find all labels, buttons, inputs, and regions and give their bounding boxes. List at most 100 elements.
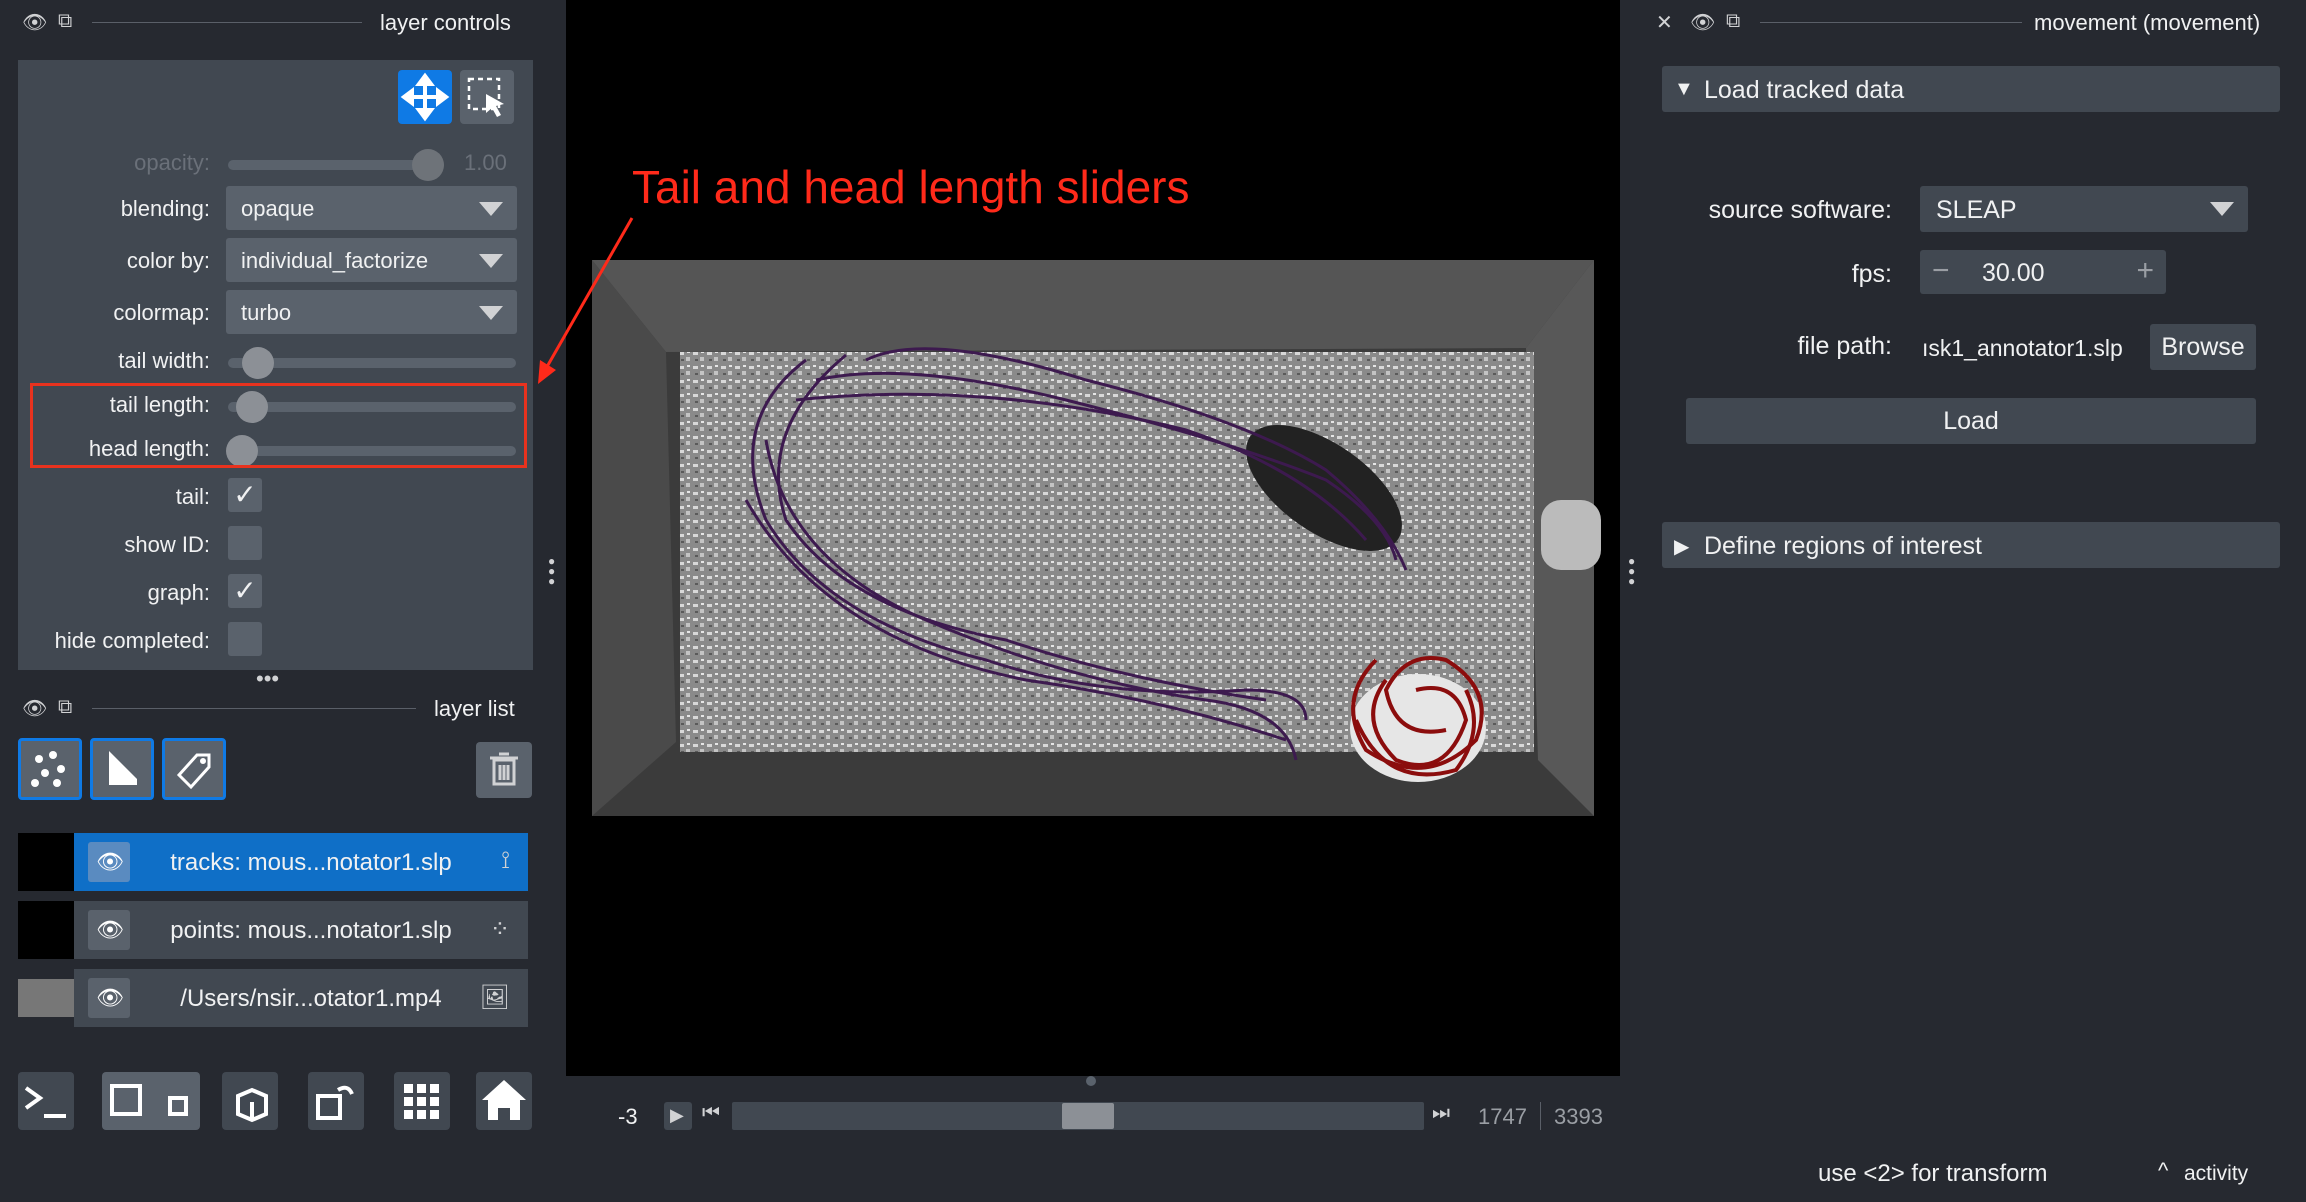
console-button[interactable] [18,1072,74,1130]
splitter-handle-icon[interactable]: ● ● ● [1628,555,1638,587]
canvas-splitter-handle[interactable] [1086,1076,1096,1086]
graph-label: graph: [147,580,210,605]
new-labels-layer-button[interactable] [162,738,226,800]
roll-dims-button[interactable] [222,1072,278,1130]
grid-icon [404,1084,439,1119]
visibility-toggle[interactable]: 👁 [88,842,130,882]
layer-item-image[interactable]: 👁 /Users/nsir...otator1.mp4 🖼 [18,969,528,1027]
float-panel-icon[interactable]: ⧉ [58,10,72,33]
colormap-value: turbo [241,300,292,325]
visibility-toggle[interactable]: 👁 [88,910,130,950]
colormap-dropdown[interactable]: turbo [226,290,517,334]
selection-cursor-icon [467,77,504,117]
layer-name[interactable]: tracks: mous...notator1.slp [146,849,476,877]
section-title: Define regions of interest [1704,532,1982,560]
minus-icon[interactable]: − [1932,254,1950,288]
splitter-handle-icon[interactable]: ••• [256,666,279,692]
annotation-arrow [538,217,634,384]
plus-icon[interactable]: + [2136,254,2154,288]
file-path-value: ısk1_annotator1.slp [1922,335,2123,361]
show-id-label: show ID: [124,532,210,557]
color-by-dropdown[interactable]: individual_factorize [226,238,517,282]
tail-width-label: tail width: [118,348,210,373]
chevron-down-icon [479,202,503,216]
step-forward-icon[interactable]: ⏭ [1432,1102,1450,1125]
eye-icon: 👁 [96,917,124,942]
fps-value: 30.00 [1982,259,2045,287]
plugin-title: movement (movement) [2034,10,2261,35]
play-button[interactable]: ▶ [664,1102,692,1130]
points-icon: ⁘ [489,916,510,943]
layer-thumbnail [18,979,74,1017]
opacity-slider-handle[interactable] [412,149,444,181]
new-shapes-layer-button[interactable] [90,738,154,800]
tag-icon [176,753,211,790]
chevron-right-icon: ▶ [1674,536,1690,558]
chevron-up-icon[interactable]: ^ [2158,1158,2168,1184]
image-icon: 🖼 [479,984,510,1011]
colormap-label: colormap: [113,300,210,325]
tail-checkbox[interactable]: ✓ [228,478,262,512]
tracks-icon: ⟟ [501,847,510,874]
header-divider [92,22,362,23]
splitter-handle-icon[interactable]: ● ● ● [548,555,558,587]
terminal-icon [24,1086,66,1118]
ndisplay-toggle-button[interactable] [102,1072,200,1130]
current-frame[interactable]: 1747 [1478,1104,1527,1130]
layer-item-tracks[interactable]: 👁 tracks: mous...notator1.slp ⟟ [18,833,528,891]
annotation-text: Tail and head length sliders [632,161,1190,213]
layer-name[interactable]: points: mous...notator1.slp [146,917,476,945]
load-button[interactable]: Load [1686,398,2256,444]
source-software-dropdown[interactable]: SLEAP [1920,186,2248,232]
layer-name[interactable]: /Users/nsir...otator1.mp4 [146,985,476,1013]
chevron-down-icon [479,254,503,268]
pan-zoom-mode-button[interactable] [398,70,452,124]
show-id-checkbox[interactable] [228,526,262,560]
layer-controls-panel: opacity: 1.00 blending: opaque color by:… [18,60,533,670]
source-software-label: source software: [1708,196,1892,224]
close-icon[interactable]: ✕ [1656,10,1673,35]
layer-item-points[interactable]: 👁 points: mous...notator1.slp ⁘ [18,901,528,959]
eye-icon: 👁 [96,849,124,874]
frame-slider-handle[interactable] [1062,1103,1114,1129]
blending-dropdown[interactable]: opaque [226,186,517,230]
cube-icon [236,1087,268,1123]
browse-button[interactable]: Browse [2150,324,2256,370]
play-icon: ▶ [670,1105,684,1125]
highlight-box [30,383,527,468]
select-mode-button[interactable] [460,70,514,124]
float-panel-icon[interactable]: ⧉ [58,696,72,719]
visibility-toggle[interactable]: 👁 [88,978,130,1018]
eye-slash-icon[interactable]: 👁 [22,696,47,721]
section-title: Load tracked data [1704,76,1905,104]
graph-checkbox[interactable]: ✓ [228,574,262,608]
hide-completed-label: hide completed: [54,628,210,653]
reset-view-button[interactable] [476,1072,532,1130]
grid-view-button[interactable] [394,1072,450,1130]
eye-slash-icon[interactable]: 👁 [22,10,47,35]
fps-spinbox[interactable]: − 30.00 + [1920,250,2166,294]
move-arrows-icon [400,72,450,122]
dims-left-value: -3 [618,1104,638,1129]
tail-label: tail: [175,484,210,509]
fps-label: fps: [1851,260,1892,288]
step-back-icon[interactable]: ⏮ [702,1102,720,1125]
chevron-down-icon: ▼ [1674,78,1694,100]
2d-3d-toggle-icon [110,1084,188,1116]
define-roi-section[interactable]: ▶ Define regions of interest [1662,522,2280,568]
transpose-dims-button[interactable] [308,1072,364,1130]
float-panel-icon[interactable]: ⧉ [1726,10,1740,33]
eye-slash-icon[interactable]: 👁 [1690,10,1715,35]
file-path-input[interactable]: ısk1_annotator1.slp [1920,324,2132,370]
tail-width-slider-handle[interactable] [242,347,274,379]
delete-layer-button[interactable] [476,742,532,798]
hide-completed-checkbox[interactable] [228,622,262,656]
activity-button[interactable]: activity [2184,1162,2248,1186]
load-tracked-data-section[interactable]: ▼ Load tracked data [1662,66,2280,112]
layer-controls-title: layer controls [380,10,511,35]
color-by-value: individual_factorize [241,248,429,273]
transpose-icon [316,1085,354,1120]
new-points-layer-button[interactable] [18,738,82,800]
opacity-value: 1.00 [464,150,507,175]
chevron-down-icon [2210,202,2234,216]
